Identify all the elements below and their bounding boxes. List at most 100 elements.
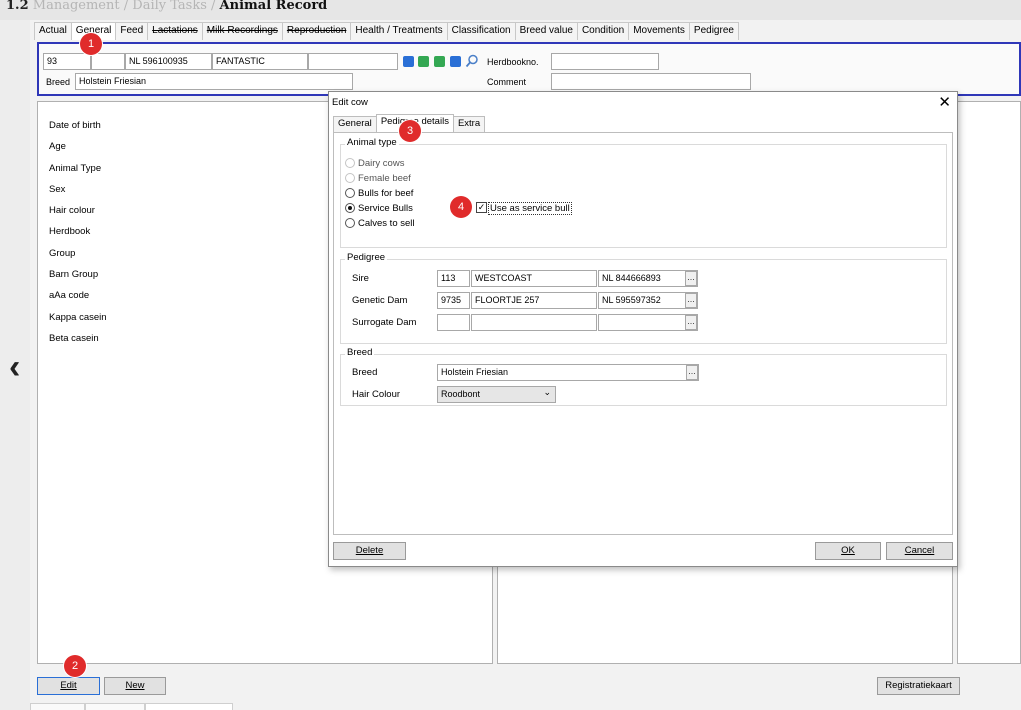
tab-reproduction[interactable]: Reproduction bbox=[281, 22, 352, 40]
field-hair-colour: Hair colour bbox=[49, 205, 95, 217]
tab-breed-value[interactable]: Breed value bbox=[514, 22, 578, 40]
comment-field[interactable] bbox=[551, 73, 751, 90]
bottom-tab[interactable] bbox=[30, 703, 85, 710]
new-button[interactable]: New bbox=[104, 677, 166, 695]
radio-female-beef-label: Female beef bbox=[358, 173, 411, 184]
next-record-icon[interactable] bbox=[434, 56, 445, 67]
sire-name-field[interactable]: WESTCOAST bbox=[471, 270, 597, 287]
step-badge-3: 3 bbox=[399, 120, 421, 142]
surrogate-dam-lookup-button[interactable]: … bbox=[685, 315, 697, 330]
surrogate-dam-number-field[interactable] bbox=[437, 314, 470, 331]
breadcrumb-management[interactable]: Management bbox=[33, 0, 120, 13]
genetic-dam-lookup-button[interactable]: … bbox=[685, 293, 697, 308]
tab-actual[interactable]: Actual bbox=[34, 22, 72, 40]
breed-dialog-label: Breed bbox=[352, 367, 378, 378]
breed-field[interactable]: Holstein Friesian bbox=[75, 73, 353, 90]
animal-name-field[interactable]: FANTASTIC bbox=[212, 53, 308, 70]
dialog-tab-general[interactable]: General bbox=[333, 116, 377, 132]
dialog-tab-body: Animal type Dairy cows Female beef Bulls… bbox=[333, 132, 953, 535]
tab-classification[interactable]: Classification bbox=[446, 22, 516, 40]
first-record-icon[interactable] bbox=[403, 56, 414, 67]
step-badge-2: 2 bbox=[64, 655, 86, 677]
genetic-dam-label: Genetic Dam bbox=[352, 295, 408, 306]
general-right-panel bbox=[957, 101, 1021, 664]
genetic-dam-life-number-field[interactable]: NL 595597352 bbox=[598, 292, 698, 309]
registratiekaart-button[interactable]: Registratiekaart bbox=[877, 677, 960, 695]
step-badge-1: 1 bbox=[80, 33, 102, 55]
hair-colour-value: Roodbont bbox=[441, 389, 481, 399]
animal-type-title: Animal type bbox=[345, 137, 399, 148]
field-date-of-birth: Date of birth bbox=[49, 120, 101, 131]
dialog-tab-extra[interactable]: Extra bbox=[452, 116, 486, 132]
dialog-title: Edit cow bbox=[332, 97, 368, 108]
animal-extra-field[interactable] bbox=[91, 53, 125, 70]
delete-button[interactable]: Delete bbox=[333, 542, 406, 560]
animal-type-group: Animal type Dairy cows Female beef Bulls… bbox=[340, 137, 947, 248]
record-tabs: Actual General Feed Lactations Milk Reco… bbox=[34, 22, 739, 40]
sire-life-number-field[interactable]: NL 844666893 bbox=[598, 270, 698, 287]
hair-colour-select[interactable]: Roodbont ⌄ bbox=[437, 386, 556, 403]
comment-label: Comment bbox=[487, 77, 527, 87]
use-as-service-bull-checkbox[interactable]: ✓ bbox=[476, 202, 487, 213]
genetic-dam-name-field[interactable]: FLOORTJE 257 bbox=[471, 292, 597, 309]
radio-service-bulls[interactable] bbox=[345, 203, 355, 213]
tab-milk-recordings[interactable]: Milk Recordings bbox=[201, 22, 283, 40]
back-chevron-icon[interactable]: ‹ bbox=[9, 350, 20, 384]
tab-condition[interactable]: Condition bbox=[576, 22, 630, 40]
breadcrumb-daily-tasks[interactable]: Daily Tasks bbox=[132, 0, 207, 13]
field-beta-casein: Beta casein bbox=[49, 332, 99, 344]
radio-bulls-for-beef-label: Bulls for beef bbox=[358, 188, 414, 199]
life-number-field[interactable]: NL 596100935 bbox=[125, 53, 212, 70]
radio-female-beef[interactable] bbox=[345, 173, 355, 183]
field-age: Age bbox=[49, 141, 66, 153]
breed-dialog-field[interactable]: Holstein Friesian bbox=[437, 364, 699, 381]
breed-lookup-button[interactable]: … bbox=[686, 365, 698, 380]
field-sex: Sex bbox=[49, 183, 66, 195]
pedigree-group: Pedigree Sire 113 WESTCOAST NL 844666893… bbox=[340, 252, 947, 344]
genetic-dam-number-field[interactable]: 9735 bbox=[437, 292, 470, 309]
breadcrumb: 1.2 Management / Daily Tasks / Animal Re… bbox=[6, 0, 327, 13]
radio-service-bulls-label: Service Bulls bbox=[358, 203, 413, 214]
animal-extra-field-2[interactable] bbox=[308, 53, 398, 70]
module-number: 1.2 bbox=[6, 0, 29, 13]
sire-number-field[interactable]: 113 bbox=[437, 270, 470, 287]
tab-pedigree[interactable]: Pedigree bbox=[688, 22, 739, 40]
search-icon[interactable] bbox=[465, 54, 479, 68]
field-herdbook: Herdbook bbox=[49, 226, 91, 238]
last-record-icon[interactable] bbox=[450, 56, 461, 67]
ok-button[interactable]: OK bbox=[815, 542, 881, 560]
cancel-button[interactable]: Cancel bbox=[886, 542, 953, 560]
field-animal-type: Animal Type bbox=[49, 162, 102, 174]
bottom-tab[interactable] bbox=[145, 703, 233, 710]
breed-title: Breed bbox=[345, 347, 375, 358]
herdbook-field[interactable] bbox=[551, 53, 659, 70]
breadcrumb-separator: / bbox=[123, 0, 129, 13]
radio-dairy-cows-label: Dairy cows bbox=[358, 158, 405, 169]
edit-cow-dialog: Edit cow ✕ General Pedigree details Extr… bbox=[328, 91, 958, 567]
surrogate-dam-label: Surrogate Dam bbox=[352, 317, 417, 328]
sire-lookup-button[interactable]: … bbox=[685, 271, 697, 286]
animal-number-field[interactable]: 93 bbox=[43, 53, 91, 70]
close-icon[interactable]: ✕ bbox=[938, 93, 951, 111]
breadcrumb-separator: / bbox=[211, 0, 216, 13]
radio-calves-to-sell-label: Calves to sell bbox=[358, 218, 415, 229]
tab-health-treatments[interactable]: Health / Treatments bbox=[350, 22, 448, 40]
field-group: Group bbox=[49, 247, 76, 259]
breed-label: Breed bbox=[46, 77, 71, 87]
hair-colour-label: Hair Colour bbox=[352, 389, 401, 400]
radio-calves-to-sell[interactable] bbox=[345, 218, 355, 228]
surrogate-dam-name-field[interactable] bbox=[471, 314, 597, 331]
bottom-tab[interactable] bbox=[85, 703, 145, 710]
use-as-service-bull-label: Use as service bull bbox=[488, 202, 572, 215]
radio-dairy-cows[interactable] bbox=[345, 158, 355, 168]
radio-bulls-for-beef[interactable] bbox=[345, 188, 355, 198]
herdbook-label: Herdbookno. bbox=[487, 57, 539, 67]
step-badge-4: 4 bbox=[450, 196, 472, 218]
edit-button[interactable]: Edit bbox=[37, 677, 100, 695]
previous-record-icon[interactable] bbox=[418, 56, 429, 67]
tab-movements[interactable]: Movements bbox=[628, 22, 690, 40]
tab-lactations[interactable]: Lactations bbox=[147, 22, 203, 40]
tab-feed[interactable]: Feed bbox=[115, 22, 149, 40]
surrogate-dam-life-number-field[interactable] bbox=[598, 314, 698, 331]
breed-group: Breed Breed Holstein Friesian … Hair Col… bbox=[340, 347, 947, 406]
